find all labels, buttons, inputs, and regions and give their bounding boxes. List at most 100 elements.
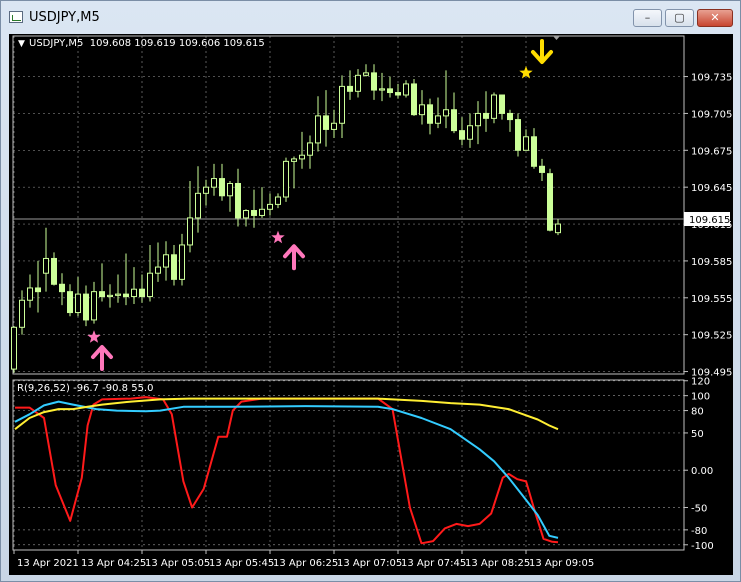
candle-body-up: [11, 326, 17, 370]
time-tick-label: 13 Apr 05:45: [209, 558, 274, 569]
candle-body-up: [115, 293, 121, 296]
candle-body-up: [307, 142, 313, 156]
candle-body-down: [459, 130, 465, 140]
candle-body-down: [483, 112, 489, 119]
price-tick-label: 109.555: [691, 294, 732, 305]
candle-body-up: [163, 254, 169, 268]
candle-body-up: [147, 272, 153, 298]
candle-body-up: [435, 115, 441, 124]
chart-canvas[interactable]: 109.735 109.705 109.675 109.645 109.615 109.5…: [9, 34, 733, 575]
candle-body-up: [379, 88, 385, 91]
candle-body-up: [19, 299, 25, 328]
candle-body-up: [475, 112, 481, 127]
candle-body-down: [451, 109, 457, 132]
time-tick-label: 13 Apr 08:25: [465, 558, 530, 569]
candle-body-up: [523, 136, 529, 151]
symbol-dropdown-arrow[interactable]: ▼: [18, 39, 25, 49]
candle-body-down: [347, 85, 353, 92]
candle-body-down: [251, 210, 257, 216]
candle-body-up: [75, 293, 81, 314]
candle-body-down: [171, 254, 177, 280]
candle-body-up: [419, 104, 425, 116]
candle-body-up: [491, 94, 497, 119]
candle-body-up: [355, 74, 361, 92]
candle-body-up: [339, 85, 345, 124]
candle-body-down: [387, 88, 393, 94]
current-price-label: 109.615: [689, 215, 730, 226]
candle-body-down: [539, 165, 545, 173]
chart-background: [9, 34, 733, 575]
candle: [283, 157, 289, 202]
indicator-tick-label: 0.00: [691, 466, 713, 477]
time-tick-label: 13 Apr 2021: [17, 558, 79, 569]
time-tick-label: 13 Apr 05:05: [145, 558, 210, 569]
indicator-tick-label: -50: [691, 504, 707, 515]
candle-body-up: [195, 192, 201, 219]
candle-body-down: [59, 283, 65, 293]
window-title: USDJPY,M5: [29, 10, 100, 25]
candle-body-down: [427, 104, 433, 124]
candle-body-up: [467, 125, 473, 140]
candle: [11, 326, 17, 373]
candle-body-up: [27, 287, 33, 301]
candle-body-up: [275, 196, 281, 205]
candle-body-down: [371, 72, 377, 91]
candle: [547, 168, 553, 232]
candle-body-up: [243, 210, 249, 219]
candle-body-up: [91, 291, 97, 321]
time-tick-label: 13 Apr 09:05: [529, 558, 594, 569]
candle-body-down: [35, 287, 41, 293]
candle-body-down: [507, 112, 513, 121]
minimize-button[interactable]: –: [633, 9, 662, 27]
candle-body-up: [203, 186, 209, 194]
indicator-tick-label: -100: [691, 541, 714, 552]
price-tick-label: 109.525: [691, 331, 732, 342]
indicator-tick-label: 80: [691, 407, 704, 418]
close-button[interactable]: ✕: [697, 9, 733, 27]
candle-body-down: [235, 182, 241, 219]
indicator-header: R(9,26,52) -96.7 -90.8 55.0: [17, 383, 153, 394]
price-tick-label: 109.735: [691, 73, 732, 84]
candle-body-up: [43, 257, 49, 274]
candle-body-up: [211, 178, 217, 188]
indicator-tick-label: -80: [691, 526, 707, 537]
candle-body-up: [291, 158, 297, 162]
price-tick-label: 109.675: [691, 146, 732, 157]
candle-body-up: [555, 223, 561, 234]
candle-body-down: [411, 83, 417, 116]
candle: [491, 92, 497, 124]
candle-body-down: [323, 115, 329, 130]
candle-body-up: [131, 288, 137, 298]
candle-body-up: [315, 115, 321, 144]
maximize-button[interactable]: ▢: [665, 9, 694, 27]
candle-body-up: [179, 244, 185, 280]
candle-body-up: [331, 122, 337, 130]
candle-body-down: [515, 119, 521, 151]
candle-body-up: [155, 266, 161, 274]
candle-body-up: [283, 160, 289, 198]
candle-body-down: [99, 291, 105, 298]
price-tick-label: 109.705: [691, 109, 732, 120]
time-tick-label: 13 Apr 06:25: [273, 558, 338, 569]
candle-body-down: [547, 173, 553, 231]
candle: [515, 113, 521, 157]
indicator-tick-label: 50: [691, 429, 704, 440]
price-tick-label: 109.585: [691, 257, 732, 268]
price-tick-label: 109.645: [691, 183, 732, 194]
indicator-tick-label: 120: [691, 377, 710, 388]
candle-body-down: [395, 92, 401, 96]
candle-body-up: [363, 72, 369, 76]
title-bar[interactable]: USDJPY,M5 – ▢ ✕: [1, 1, 740, 33]
candle-body-down: [219, 178, 225, 197]
chart-area[interactable]: 109.735 109.705 109.675 109.645 109.615 109.5…: [9, 34, 733, 575]
candle-body-up: [299, 154, 305, 160]
candle-body-up: [227, 182, 233, 197]
candle-body-down: [123, 293, 129, 298]
candle-body-up: [259, 208, 265, 216]
candle-body-up: [107, 294, 113, 298]
symbol-quote-header: USDJPY,M5 109.608 109.619 109.606 109.61…: [29, 38, 265, 49]
chart-window-icon: [9, 11, 23, 23]
chart-window: USDJPY,M5 – ▢ ✕ 109.735 109.705 109.675 109…: [0, 0, 741, 582]
time-tick-label: 13 Apr 07:45: [401, 558, 466, 569]
candle-body-down: [139, 288, 145, 298]
